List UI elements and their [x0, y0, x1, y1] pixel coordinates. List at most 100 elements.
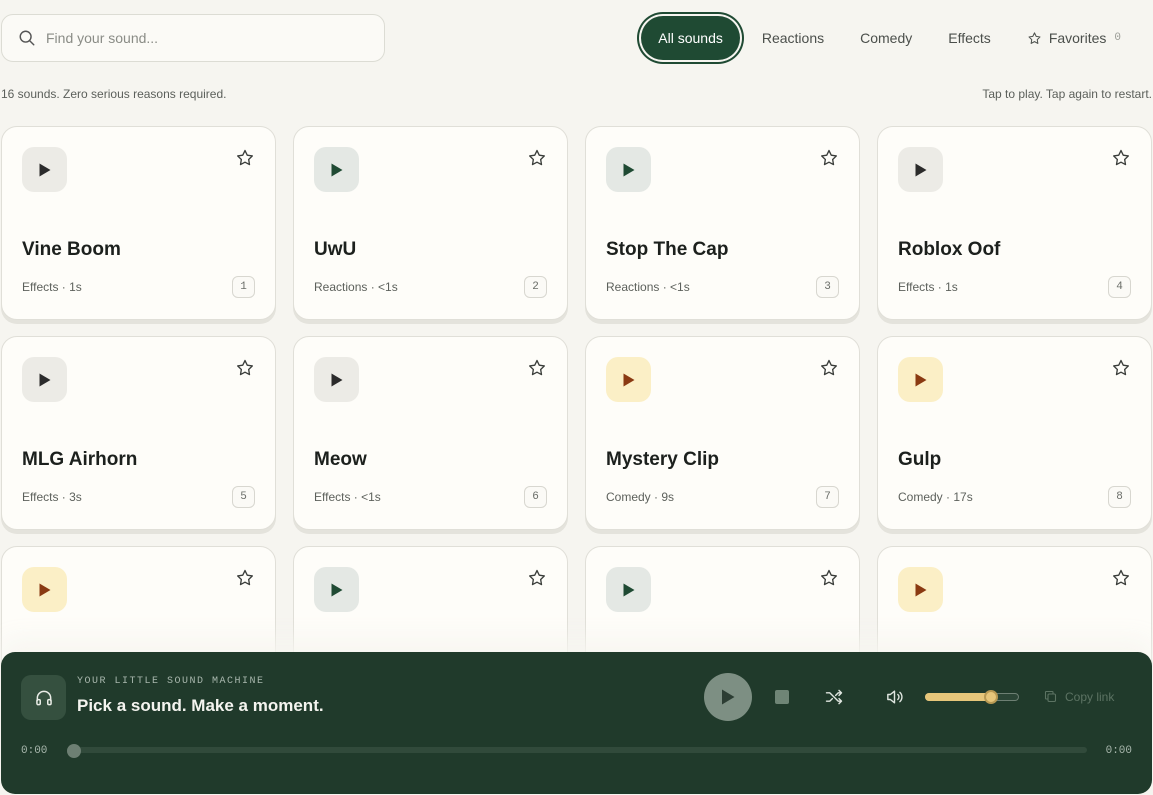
play-button[interactable]	[606, 147, 651, 192]
search-input[interactable]	[46, 30, 366, 46]
play-button[interactable]	[898, 357, 943, 402]
play-icon	[623, 583, 634, 596]
hotkey-badge: 2	[524, 276, 547, 298]
star-icon[interactable]	[235, 148, 255, 168]
sound-card[interactable]: Gulp Comedy · 17s 8	[877, 336, 1152, 530]
player-tagline: Pick a sound. Make a moment.	[77, 696, 324, 715]
volume-slider[interactable]	[925, 690, 1019, 704]
sound-meta: Reactions · <1s	[606, 280, 690, 294]
play-button[interactable]	[898, 567, 943, 612]
hotkey-badge: 1	[232, 276, 255, 298]
progress-track	[67, 747, 1087, 753]
play-icon	[915, 163, 926, 176]
star-icon[interactable]	[819, 148, 839, 168]
sound-card[interactable]: Meow Effects · <1s 6	[293, 336, 568, 530]
hotkey-badge: 4	[1108, 276, 1131, 298]
play-icon	[331, 373, 342, 386]
sound-meta: Effects · 1s	[898, 280, 958, 294]
search-icon	[19, 30, 35, 46]
sound-card[interactable]: Mystery Clip Comedy · 9s 7	[585, 336, 860, 530]
tab-favorites[interactable]: Favorites 0	[1009, 18, 1139, 58]
stop-button[interactable]	[775, 690, 789, 704]
star-icon[interactable]	[1111, 358, 1131, 378]
shuffle-icon[interactable]	[824, 687, 844, 707]
sound-meta: Comedy · 9s	[606, 490, 675, 504]
sound-card[interactable]: Roblox Oof Effects · 1s 4	[877, 126, 1152, 320]
sound-count-text: 16 sounds. Zero serious reasons required…	[1, 87, 227, 101]
play-button[interactable]	[314, 147, 359, 192]
play-icon	[39, 163, 50, 176]
player-bar: YOUR LITTLE SOUND MACHINE Pick a sound. …	[1, 652, 1152, 794]
play-icon	[915, 373, 926, 386]
sound-card[interactable]: Stop The Cap Reactions · <1s 3	[585, 126, 860, 320]
sound-card[interactable]: UwU Reactions · <1s 2	[293, 126, 568, 320]
play-button[interactable]	[22, 147, 67, 192]
top-bar: All sounds Reactions Comedy Effects Favo…	[0, 0, 1153, 76]
play-icon	[331, 583, 342, 596]
tab-all-sounds[interactable]: All sounds	[641, 16, 740, 60]
sound-card[interactable]: MLG Airhorn Effects · 3s 5	[1, 336, 276, 530]
play-icon	[623, 163, 634, 176]
star-icon[interactable]	[235, 358, 255, 378]
sound-name: MLG Airhorn	[22, 449, 138, 470]
hotkey-badge: 8	[1108, 486, 1131, 508]
sound-name: Stop The Cap	[606, 239, 729, 260]
usage-hint: Tap to play. Tap again to restart.	[982, 87, 1152, 101]
favorites-label: Favorites	[1048, 30, 1107, 46]
sound-meta: Reactions · <1s	[314, 280, 398, 294]
search-box[interactable]	[1, 14, 385, 62]
star-icon[interactable]	[527, 148, 547, 168]
sound-name: Meow	[314, 449, 367, 470]
tab-effects[interactable]: Effects	[930, 18, 1009, 58]
time-current: 0:00	[21, 745, 48, 757]
star-icon[interactable]	[235, 568, 255, 588]
play-button[interactable]	[606, 357, 651, 402]
sound-name: Roblox Oof	[898, 239, 1001, 260]
play-button[interactable]	[314, 567, 359, 612]
play-icon	[39, 373, 50, 386]
star-icon	[1028, 31, 1041, 44]
sound-meta: Effects · 3s	[22, 490, 82, 504]
hotkey-badge: 7	[816, 486, 839, 508]
sound-card[interactable]: Vine Boom Effects · 1s 1	[1, 126, 276, 320]
tab-reactions[interactable]: Reactions	[744, 18, 842, 58]
copy-link-label: Copy link	[1065, 689, 1115, 704]
tab-comedy[interactable]: Comedy	[842, 18, 930, 58]
time-total: 0:00	[1105, 745, 1132, 757]
volume-knob[interactable]	[983, 690, 998, 704]
star-icon[interactable]	[527, 568, 547, 588]
play-button[interactable]	[606, 567, 651, 612]
volume-fill	[925, 693, 991, 701]
sound-name: Gulp	[898, 449, 942, 470]
favorites-count: 0	[1114, 32, 1121, 44]
hotkey-badge: 3	[816, 276, 839, 298]
filter-tabs: All sounds Reactions Comedy Effects Favo…	[637, 11, 1139, 65]
star-icon[interactable]	[527, 358, 547, 378]
progress-knob[interactable]	[67, 744, 81, 758]
sound-name: Mystery Clip	[606, 449, 719, 470]
star-icon[interactable]	[1111, 568, 1131, 588]
player-play-button[interactable]	[704, 673, 752, 721]
play-icon	[915, 583, 926, 596]
copy-link-button[interactable]: Copy link	[1043, 689, 1114, 704]
star-icon[interactable]	[1111, 148, 1131, 168]
sound-name: UwU	[314, 239, 357, 260]
volume-icon[interactable]	[884, 687, 905, 707]
play-button[interactable]	[314, 357, 359, 402]
star-icon[interactable]	[819, 568, 839, 588]
play-button[interactable]	[898, 147, 943, 192]
headphones-icon	[21, 675, 66, 720]
sound-name: Vine Boom	[22, 239, 121, 260]
play-icon	[722, 689, 735, 705]
summary-row: 16 sounds. Zero serious reasons required…	[1, 87, 1152, 101]
star-icon[interactable]	[819, 358, 839, 378]
sound-meta: Effects · <1s	[314, 490, 381, 504]
sound-meta: Comedy · 17s	[898, 490, 973, 504]
copy-icon	[1044, 690, 1057, 703]
hotkey-badge: 6	[524, 486, 547, 508]
progress-bar[interactable]	[67, 744, 1087, 758]
play-button[interactable]	[22, 567, 67, 612]
player-kicker: YOUR LITTLE SOUND MACHINE	[77, 676, 265, 687]
play-button[interactable]	[22, 357, 67, 402]
hotkey-badge: 5	[232, 486, 255, 508]
